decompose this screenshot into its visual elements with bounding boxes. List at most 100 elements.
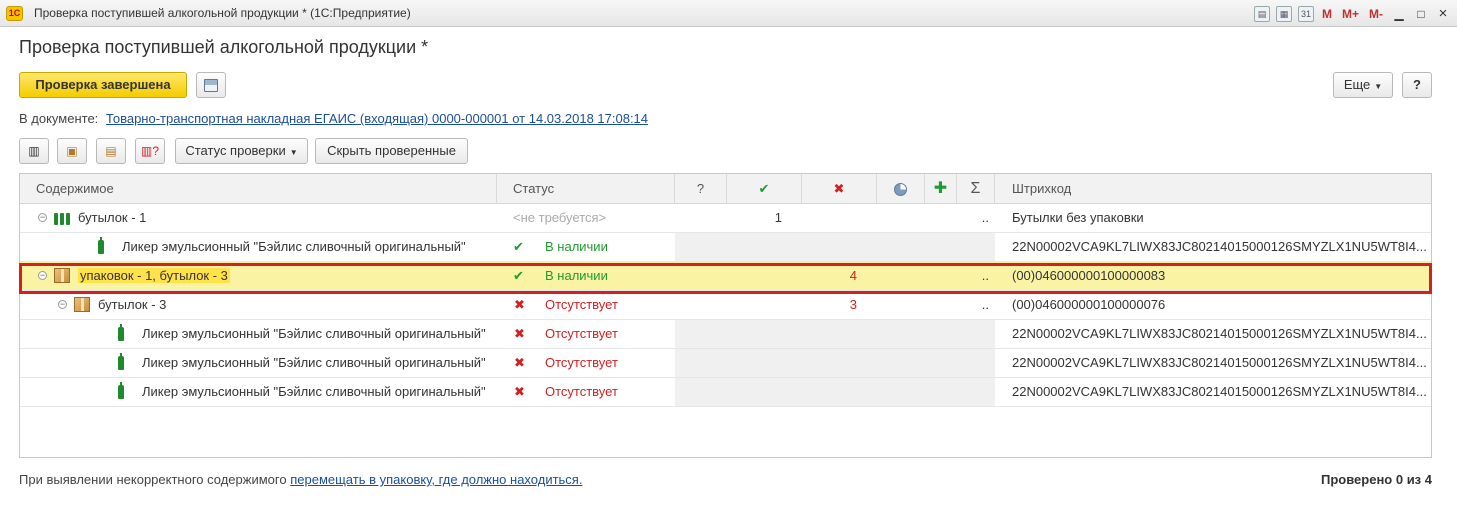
row-label: упаковок - 1, бутылок - 3: [78, 268, 230, 283]
memory-add-button[interactable]: M+: [1340, 7, 1361, 21]
row-question-count: [675, 262, 727, 290]
check-status-label: Статус проверки: [185, 143, 286, 158]
row-content: Ликер эмульсионный "Бэйлис сливочный ори…: [142, 349, 493, 377]
hide-checked-button[interactable]: Скрыть проверенные: [315, 138, 468, 164]
cross-icon: ✖: [514, 326, 525, 341]
table-row[interactable]: − бутылок - 3 ✖ Отсутствует 3.. (00)046000000…: [20, 291, 1431, 320]
row-added-count: [925, 349, 957, 377]
row-label: бутылок - 1: [78, 210, 147, 225]
header-barcode[interactable]: Штрихкод: [995, 174, 1431, 204]
row-total-count: [957, 349, 995, 377]
minimize-icon[interactable]: ▁: [1391, 7, 1407, 21]
header-partial[interactable]: [877, 174, 925, 204]
row-ok-count: [727, 378, 802, 406]
bottles-icon: [54, 211, 70, 225]
bottle-icon: [118, 324, 124, 341]
table-row[interactable]: Ликер эмульсионный "Бэйлис сливочный ори…: [20, 233, 1431, 262]
row-content: упаковок - 1, бутылок - 3: [78, 262, 493, 290]
check-complete-button[interactable]: Проверка завершена: [19, 72, 187, 98]
row-missing-count: [802, 233, 877, 261]
header-missing[interactable]: ✖: [802, 174, 877, 204]
print-icon[interactable]: ▤: [1253, 5, 1270, 22]
document-link[interactable]: Товарно-транспортная накладная ЕГАИС (вх…: [106, 111, 648, 126]
header-ok[interactable]: ✔: [727, 174, 802, 204]
row-added-count: [925, 233, 957, 261]
add-package-button[interactable]: ▣: [57, 138, 87, 164]
table-row[interactable]: − упаковок - 1, бутылок - 3 ✔ В наличии 4.. (…: [20, 262, 1431, 291]
footer-hint: При выявлении некорректного содержимого …: [19, 472, 582, 487]
box-icon: [74, 297, 90, 312]
content-table[interactable]: Содержимое Статус ? ✔ ✖ ✚ Σ Штрихкод − бу…: [19, 173, 1432, 458]
row-barcode: 22N00002VCA9KL7LIWX83JC80214015000126SMY…: [1012, 326, 1427, 341]
memory-button[interactable]: M: [1320, 7, 1334, 21]
move-to-package-link[interactable]: перемещать в упаковку, где должно находи…: [290, 472, 582, 487]
row-partial-count: [877, 291, 925, 319]
header-question[interactable]: ?: [675, 174, 727, 204]
row-question-count: [675, 233, 727, 261]
tree-collapse-icon[interactable]: −: [38, 271, 47, 280]
app-logo-icon: 1С: [6, 6, 23, 21]
row-total-count: ..: [981, 268, 989, 283]
row-added-count: [925, 378, 957, 406]
tree-collapse-icon[interactable]: −: [58, 300, 67, 309]
table-header: Содержимое Статус ? ✔ ✖ ✚ Σ Штрихкод: [20, 174, 1431, 204]
pie-chart-icon: [894, 183, 907, 197]
more-button[interactable]: Еще ▼: [1333, 72, 1393, 98]
check-status-dropdown[interactable]: Статус проверки ▼: [175, 138, 308, 164]
row-missing-count: [802, 349, 877, 377]
row-total-count: [957, 320, 995, 348]
window-controls: ▤ ▦ 31 M M+ M- ▁ □ ×: [1253, 4, 1451, 23]
row-partial-count: [877, 204, 925, 232]
page-title: Проверка поступившей алкогольной продукц…: [19, 37, 429, 57]
memory-subtract-button[interactable]: M-: [1367, 7, 1385, 21]
footer-hint-text: При выявлении некорректного содержимого: [19, 472, 287, 487]
row-ok-count: [727, 320, 802, 348]
cross-icon: ✖: [833, 181, 845, 196]
row-label: Ликер эмульсионный "Бэйлис сливочный ори…: [142, 384, 486, 399]
header-total[interactable]: Σ: [957, 174, 995, 204]
status-text: В наличии: [545, 268, 608, 283]
table-row[interactable]: − бутылок - 1 <не требуется> 1.. Бутылки без…: [20, 204, 1431, 233]
row-question-count: [675, 204, 727, 232]
row-ok-count: [727, 233, 802, 261]
package-barcode-button[interactable]: ▤: [96, 138, 126, 164]
row-content: Ликер эмульсионный "Бэйлис сливочный ори…: [142, 320, 493, 348]
table-row[interactable]: Ликер эмульсионный "Бэйлис сливочный ори…: [20, 349, 1431, 378]
row-label: Ликер эмульсионный "Бэйлис сливочный ори…: [142, 355, 486, 370]
row-missing-count: 3: [849, 297, 857, 312]
package-add-icon: ▣: [66, 144, 78, 158]
row-status: ✖ Отсутствует: [497, 378, 675, 406]
header-status[interactable]: Статус: [497, 174, 675, 204]
row-content: Ликер эмульсионный "Бэйлис сливочный ори…: [142, 378, 493, 406]
row-partial-count: [877, 233, 925, 261]
cross-icon: ✖: [514, 384, 525, 399]
maximize-icon[interactable]: □: [1413, 7, 1429, 21]
header-content[interactable]: Содержимое: [20, 174, 497, 204]
scan-barcode-button[interactable]: ▥: [19, 138, 49, 164]
table-row[interactable]: Ликер эмульсионный "Бэйлис сливочный ори…: [20, 378, 1431, 407]
row-missing-count: [802, 378, 877, 406]
row-added-count: [925, 291, 957, 319]
row-barcode: 22N00002VCA9KL7LIWX83JC80214015000126SMY…: [1012, 355, 1427, 370]
row-content: бутылок - 1: [78, 204, 493, 232]
table-row[interactable]: Ликер эмульсионный "Бэйлис сливочный ори…: [20, 320, 1431, 349]
close-icon[interactable]: ×: [1435, 6, 1451, 21]
calculator-icon[interactable]: ▦: [1275, 5, 1292, 22]
unknown-barcode-button[interactable]: ▥?: [135, 138, 165, 164]
row-partial-count: [877, 378, 925, 406]
row-barcode: 22N00002VCA9KL7LIWX83JC80214015000126SMY…: [1012, 384, 1427, 399]
row-total-count: ..: [981, 210, 989, 225]
save-button[interactable]: [196, 72, 226, 98]
package-barcode-icon: ▤: [105, 144, 117, 158]
row-added-count: [925, 204, 957, 232]
chevron-down-icon: ▼: [289, 148, 298, 157]
row-status: ✖ Отсутствует: [497, 320, 675, 348]
status-text: В наличии: [545, 239, 608, 254]
row-total-count: [957, 378, 995, 406]
row-label: бутылок - 3: [98, 297, 167, 312]
calendar-icon[interactable]: 31: [1297, 5, 1314, 22]
tree-collapse-icon[interactable]: −: [38, 213, 47, 222]
help-button[interactable]: ?: [1402, 72, 1432, 98]
header-added[interactable]: ✚: [925, 174, 957, 204]
plus-icon: ✚: [933, 180, 948, 197]
